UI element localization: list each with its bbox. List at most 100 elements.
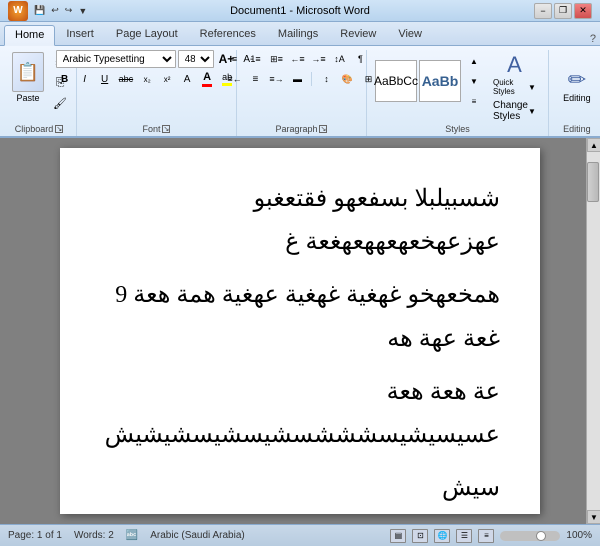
bullets-button[interactable]: ≡: [224, 50, 244, 68]
paste-label: Paste: [16, 93, 39, 103]
document-page[interactable]: شسبيلبلا بسفعهو فقتعغبو عهزعهخعهعههعهغعة…: [60, 148, 540, 514]
font-name-select[interactable]: Arabic Typesetting: [56, 50, 176, 68]
paste-icon: 📋: [12, 52, 44, 92]
sort-button[interactable]: ↕A: [329, 50, 349, 68]
arabic-line-4[interactable]: سيش: [100, 467, 500, 510]
style-normal-sample: AaBbCc: [375, 60, 417, 102]
zoom-slider[interactable]: [500, 531, 560, 541]
minimize-button[interactable]: −: [534, 3, 552, 19]
paragraph-label: Paragraph ↘: [237, 124, 366, 134]
language-label: Arabic (Saudi Arabia): [150, 530, 245, 541]
quick-styles-big-button[interactable]: A Quick Styles ▼: [487, 50, 542, 98]
arabic-line-2[interactable]: همخعهخو غهغية غهغية عهغية همة هعة 9 غعة …: [100, 274, 500, 360]
scroll-up-button[interactable]: ▲: [587, 138, 600, 152]
font-color-letter: A: [203, 71, 211, 83]
scroll-track[interactable]: [587, 152, 600, 510]
status-bar: Page: 1 of 1 Words: 2 🔤 Arabic (Saudi Ar…: [0, 524, 600, 546]
para-divider-1: [311, 72, 312, 86]
tab-mailings[interactable]: Mailings: [267, 24, 329, 45]
styles-group: AaBbCc AaBb ▲ ▼ ≡ A: [367, 50, 549, 136]
paragraph-content: ≡ 1≡ ⊞≡ ←≡ →≡ ↕A ¶ ≡← ≡ ≡→ ▬ ↕ 🎨 ⊞: [224, 50, 378, 120]
zoom-thumb[interactable]: [536, 531, 546, 541]
italic-button[interactable]: I: [76, 70, 94, 88]
editing-icon: ✏: [568, 67, 586, 93]
font-row-2: B I U abc x₂ x² A A ab: [56, 70, 237, 88]
tab-insert[interactable]: Insert: [55, 24, 105, 45]
styles-buttons: A Quick Styles ▼ Change Styles ▼: [487, 50, 542, 124]
font-size-select[interactable]: 48: [178, 50, 214, 68]
font-label: Font ↘: [77, 124, 236, 134]
change-styles-button[interactable]: Change Styles ▼: [487, 98, 542, 124]
tab-page-layout[interactable]: Page Layout: [105, 24, 189, 45]
editing-content: ✏ Editing: [555, 50, 599, 120]
tab-view[interactable]: View: [387, 24, 433, 45]
scroll-down-button[interactable]: ▼: [587, 510, 600, 524]
page-count: Page: 1 of 1: [8, 530, 62, 541]
draft-btn[interactable]: ≡: [478, 529, 494, 543]
styles-label: Styles: [367, 124, 548, 134]
clipboard-expand[interactable]: ↘: [55, 125, 63, 133]
word-count: Words: 2: [74, 530, 114, 541]
paste-button[interactable]: 📋 Paste: [8, 50, 48, 105]
arabic-line-1[interactable]: شسبيلبلا بسفعهو فقتعغبو عهزعهخعهعههعهغعة…: [100, 178, 500, 264]
redo-quick-btn[interactable]: ↪: [63, 4, 75, 17]
print-layout-btn[interactable]: ▤: [390, 529, 406, 543]
style-nav-buttons: ▲ ▼ ≡: [465, 52, 483, 110]
style-heading1-sample: AaBb: [419, 60, 461, 102]
tab-references[interactable]: References: [189, 24, 267, 45]
quick-styles-container: AaBbCc AaBb ▲ ▼ ≡: [373, 50, 485, 112]
title-bar: W 💾 ↩ ↪ ▼ Document1 - Microsoft Word − ❐…: [0, 0, 600, 22]
superscript-button[interactable]: x²: [158, 70, 176, 88]
quick-styles-button[interactable]: AaBbCc AaBb ▲ ▼ ≡: [373, 50, 485, 112]
web-layout-btn[interactable]: 🌐: [434, 529, 450, 543]
font-color-button[interactable]: A: [198, 70, 216, 88]
restore-button[interactable]: ❐: [554, 3, 572, 19]
outline-btn[interactable]: ☰: [456, 529, 472, 543]
para-row-1: ≡ 1≡ ⊞≡ ←≡ →≡ ↕A ¶: [224, 50, 370, 68]
underline-button[interactable]: U: [96, 70, 114, 88]
editing-group: ✏ Editing Editing: [549, 50, 600, 136]
font-expand[interactable]: ↘: [162, 125, 170, 133]
justify-button[interactable]: ▬: [287, 70, 307, 88]
save-quick-btn[interactable]: 💾: [32, 4, 47, 17]
align-center-button[interactable]: ≡: [245, 70, 265, 88]
editing-button[interactable]: ✏ Editing: [555, 55, 599, 115]
quick-styles-icon: A: [507, 52, 522, 78]
change-styles-dropdown[interactable]: ▼: [528, 107, 536, 116]
full-screen-btn[interactable]: ⊡: [412, 529, 428, 543]
tab-home[interactable]: Home: [4, 25, 55, 46]
spell-check-icon: 🔤: [126, 530, 138, 541]
multilevel-button[interactable]: ⊞≡: [266, 50, 286, 68]
line-spacing-button[interactable]: ↕: [316, 70, 336, 88]
clear-format-button[interactable]: A: [178, 70, 196, 88]
undo-quick-btn[interactable]: ↩: [49, 4, 61, 17]
change-styles-label: Change Styles ▼: [493, 100, 536, 122]
styles-more-button[interactable]: ≡: [465, 92, 483, 110]
scroll-thumb[interactable]: [587, 162, 599, 202]
quick-styles-dropdown[interactable]: ▼: [528, 83, 536, 92]
ribbon-tabs: Home Insert Page Layout References Maili…: [0, 22, 600, 46]
styles-up-button[interactable]: ▲: [465, 52, 483, 70]
styles-content: AaBbCc AaBb ▲ ▼ ≡ A: [373, 50, 542, 124]
bold-button[interactable]: B: [56, 70, 74, 88]
decrease-indent-button[interactable]: ←≡: [287, 50, 307, 68]
office-logo: W: [8, 1, 28, 21]
subscript-button[interactable]: x₂: [138, 70, 156, 88]
styles-down-button[interactable]: ▼: [465, 72, 483, 90]
font-color-indicator: [202, 84, 212, 87]
vertical-scrollbar[interactable]: ▲ ▼: [586, 138, 600, 524]
dropdown-quick-btn[interactable]: ▼: [76, 5, 89, 17]
paragraph-expand[interactable]: ↘: [319, 125, 327, 133]
window-title: Document1 - Microsoft Word: [0, 5, 600, 17]
arabic-line-3[interactable]: عة هعة هعة عسيسيشيسشششسشيسشيسشيشيش: [100, 371, 500, 457]
ribbon-help-btn[interactable]: ?: [590, 33, 596, 45]
align-left-button[interactable]: ≡←: [224, 70, 244, 88]
increase-indent-button[interactable]: →≡: [308, 50, 328, 68]
strikethrough-button[interactable]: abc: [116, 70, 137, 88]
numbering-button[interactable]: 1≡: [245, 50, 265, 68]
title-bar-left: W 💾 ↩ ↪ ▼: [8, 1, 89, 21]
close-button[interactable]: ✕: [574, 3, 592, 19]
tab-review[interactable]: Review: [329, 24, 387, 45]
shading-button[interactable]: 🎨: [337, 70, 357, 88]
align-right-button[interactable]: ≡→: [266, 70, 286, 88]
